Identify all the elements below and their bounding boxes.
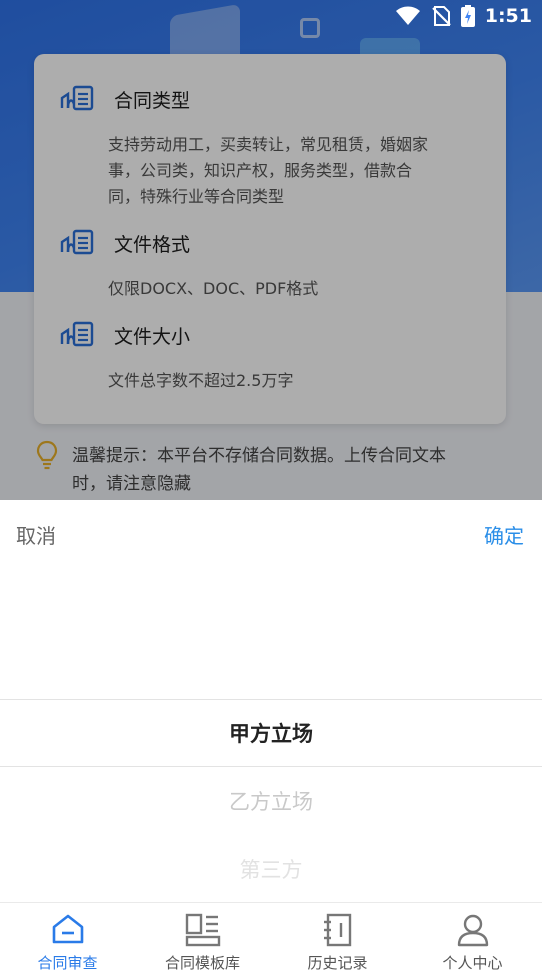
upload-guide-page: 合同类型 支持劳动用工，买卖转让，常见租赁，婚姻家 事，公司类，知识产权，服务类… — [0, 0, 542, 500]
picker-selection-line-bottom — [0, 766, 542, 767]
wifi-icon — [395, 6, 420, 25]
stance-picker-sheet: 取消 确定 甲方立场 乙方立场 第三方 — [0, 500, 542, 902]
picker-selection-line-top — [0, 699, 542, 700]
no-sim-icon — [431, 6, 451, 26]
picker-option-party-a[interactable]: 甲方立场 — [0, 718, 542, 748]
tab-label: 历史记录 — [307, 954, 368, 972]
home-icon — [52, 914, 83, 944]
picker-option-party-b[interactable]: 乙方立场 — [0, 786, 542, 816]
template-grid-icon — [185, 913, 220, 947]
tab-template-library[interactable]: 合同模板库 — [135, 903, 270, 979]
tab-label: 个人中心 — [442, 954, 503, 972]
battery-charging-icon — [460, 5, 475, 27]
tab-history[interactable]: 历史记录 — [270, 903, 405, 979]
tab-profile[interactable]: 个人中心 — [405, 903, 540, 979]
tab-label: 合同审查 — [37, 954, 98, 972]
history-notebook-icon — [323, 913, 351, 947]
modal-overlay[interactable] — [0, 0, 542, 500]
tab-label: 合同模板库 — [164, 954, 240, 972]
clock: 1:51 — [484, 5, 532, 27]
person-icon — [457, 914, 488, 947]
tab-contract-review[interactable]: 合同审查 — [0, 903, 135, 979]
confirm-button[interactable]: 确定 — [484, 520, 524, 549]
bottom-tab-bar: 合同审查 合同模板库 历史记录 个人中心 — [0, 902, 542, 979]
status-bar: 1:51 — [395, 4, 532, 28]
cancel-button[interactable]: 取消 — [16, 520, 56, 549]
picker-option-third-party[interactable]: 第三方 — [0, 854, 542, 884]
